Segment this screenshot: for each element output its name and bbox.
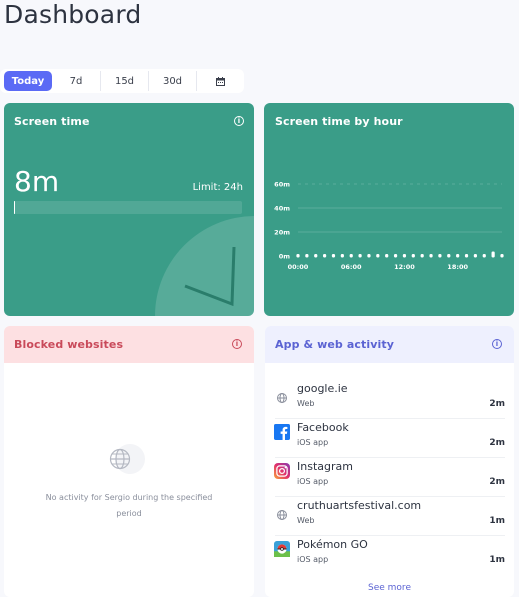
calendar-icon bbox=[215, 76, 225, 86]
hour-bar[interactable] bbox=[376, 254, 380, 258]
blocked-header: Blocked websites i bbox=[4, 326, 254, 363]
activity-row[interactable]: cruthuartsfestival.com Web 1m bbox=[275, 497, 505, 536]
see-more-link[interactable]: See more bbox=[265, 583, 514, 593]
activity-type: Web bbox=[297, 516, 315, 525]
activity-type: iOS app bbox=[297, 477, 329, 486]
y-tick-label: 40m bbox=[274, 205, 290, 213]
activity-name: Instagram bbox=[297, 460, 353, 473]
activity-time: 2m bbox=[489, 399, 505, 409]
activity-name: Facebook bbox=[297, 421, 349, 434]
hour-bar[interactable] bbox=[456, 254, 460, 258]
activity-time: 2m bbox=[489, 438, 505, 448]
blocked-title: Blocked websites bbox=[14, 338, 124, 351]
hour-bar[interactable] bbox=[340, 254, 344, 258]
date-range-selector: Today 7d 15d 30d bbox=[0, 69, 244, 93]
hour-bar[interactable] bbox=[491, 251, 495, 258]
activity-time: 1m bbox=[489, 516, 505, 526]
y-tick-label: 0m bbox=[279, 253, 291, 261]
hour-bar[interactable] bbox=[323, 254, 327, 258]
activity-row[interactable]: Instagram iOS app 2m bbox=[274, 458, 505, 497]
hour-bar[interactable] bbox=[411, 254, 415, 258]
hour-bar[interactable] bbox=[367, 254, 371, 258]
activity-row[interactable]: google.ie Web 2m bbox=[275, 380, 505, 419]
hour-bar[interactable] bbox=[482, 254, 486, 258]
activity-type: iOS app bbox=[297, 438, 329, 447]
page-title: Dashboard bbox=[4, 0, 142, 29]
screen-time-by-hour-card: Screen time by hour 0m 20m 40m 60m 00:00 06:0… bbox=[264, 103, 514, 316]
range-option-today[interactable]: Today bbox=[4, 71, 52, 91]
activity-name: google.ie bbox=[297, 382, 348, 395]
range-option-15d[interactable]: 15d bbox=[101, 71, 149, 91]
hour-bar[interactable] bbox=[314, 254, 318, 258]
hour-bar[interactable] bbox=[305, 254, 309, 258]
x-tick-label: 00:00 bbox=[288, 263, 309, 271]
hour-bar[interactable] bbox=[402, 254, 407, 258]
instagram-icon bbox=[274, 463, 290, 479]
blocked-websites-card: Blocked websites i No activity for Sergi… bbox=[4, 326, 254, 597]
calendar-button[interactable] bbox=[197, 71, 243, 91]
activity-header: App & web activity i bbox=[265, 326, 514, 363]
activity-name: cruthuartsfestival.com bbox=[297, 499, 422, 512]
hour-bar[interactable] bbox=[331, 254, 336, 258]
globe-icon bbox=[277, 393, 287, 403]
clock-decoration bbox=[155, 216, 254, 316]
screen-time-card: Screen time i 8m Limit: 24h bbox=[4, 103, 254, 316]
hour-bar[interactable] bbox=[349, 254, 353, 258]
hour-bar[interactable] bbox=[473, 254, 477, 258]
empty-message-line1: No activity for Sergio during the specif… bbox=[45, 493, 213, 502]
globe-icon bbox=[109, 444, 145, 474]
hour-bar[interactable] bbox=[464, 254, 469, 258]
activity-title: App & web activity bbox=[275, 338, 394, 351]
hour-bar[interactable] bbox=[438, 254, 442, 258]
range-option-7d[interactable]: 7d bbox=[52, 71, 101, 91]
empty-message-line2: period bbox=[116, 509, 142, 518]
hour-bar[interactable] bbox=[358, 254, 362, 258]
hour-bar[interactable] bbox=[447, 254, 451, 258]
activity-row[interactable]: Pokémon GO iOS app 1m bbox=[274, 536, 505, 575]
info-icon[interactable]: i bbox=[492, 339, 502, 349]
globe-icon bbox=[277, 510, 287, 520]
x-tick-label: 12:00 bbox=[394, 263, 415, 271]
activity-name: Pokémon GO bbox=[297, 538, 368, 551]
app-web-activity-card: App & web activity i google.ie Web 2m Fa… bbox=[265, 326, 514, 597]
hour-chart: 0m 20m 40m 60m 00:00 06:00 12:00 18:00 bbox=[274, 181, 504, 271]
x-tick-label: 06:00 bbox=[341, 263, 362, 271]
x-tick-label: 18:00 bbox=[447, 263, 468, 271]
activity-time: 2m bbox=[489, 477, 505, 487]
hour-bar[interactable] bbox=[420, 254, 424, 258]
range-option-30d[interactable]: 30d bbox=[149, 71, 197, 91]
y-tick-label: 60m bbox=[274, 181, 290, 189]
activity-type: Web bbox=[297, 399, 315, 408]
info-icon[interactable]: i bbox=[232, 339, 242, 349]
hour-bar[interactable] bbox=[385, 254, 389, 258]
hour-bar[interactable] bbox=[393, 254, 398, 258]
activity-row[interactable]: Facebook iOS app 2m bbox=[274, 419, 505, 458]
facebook-icon bbox=[274, 424, 290, 440]
pokemon-go-icon bbox=[274, 541, 290, 557]
y-tick-label: 20m bbox=[274, 229, 290, 237]
hour-bar[interactable] bbox=[296, 254, 300, 258]
hour-bar[interactable] bbox=[500, 254, 504, 258]
activity-type: iOS app bbox=[297, 555, 329, 564]
hour-bar[interactable] bbox=[429, 254, 433, 258]
activity-time: 1m bbox=[489, 555, 505, 565]
